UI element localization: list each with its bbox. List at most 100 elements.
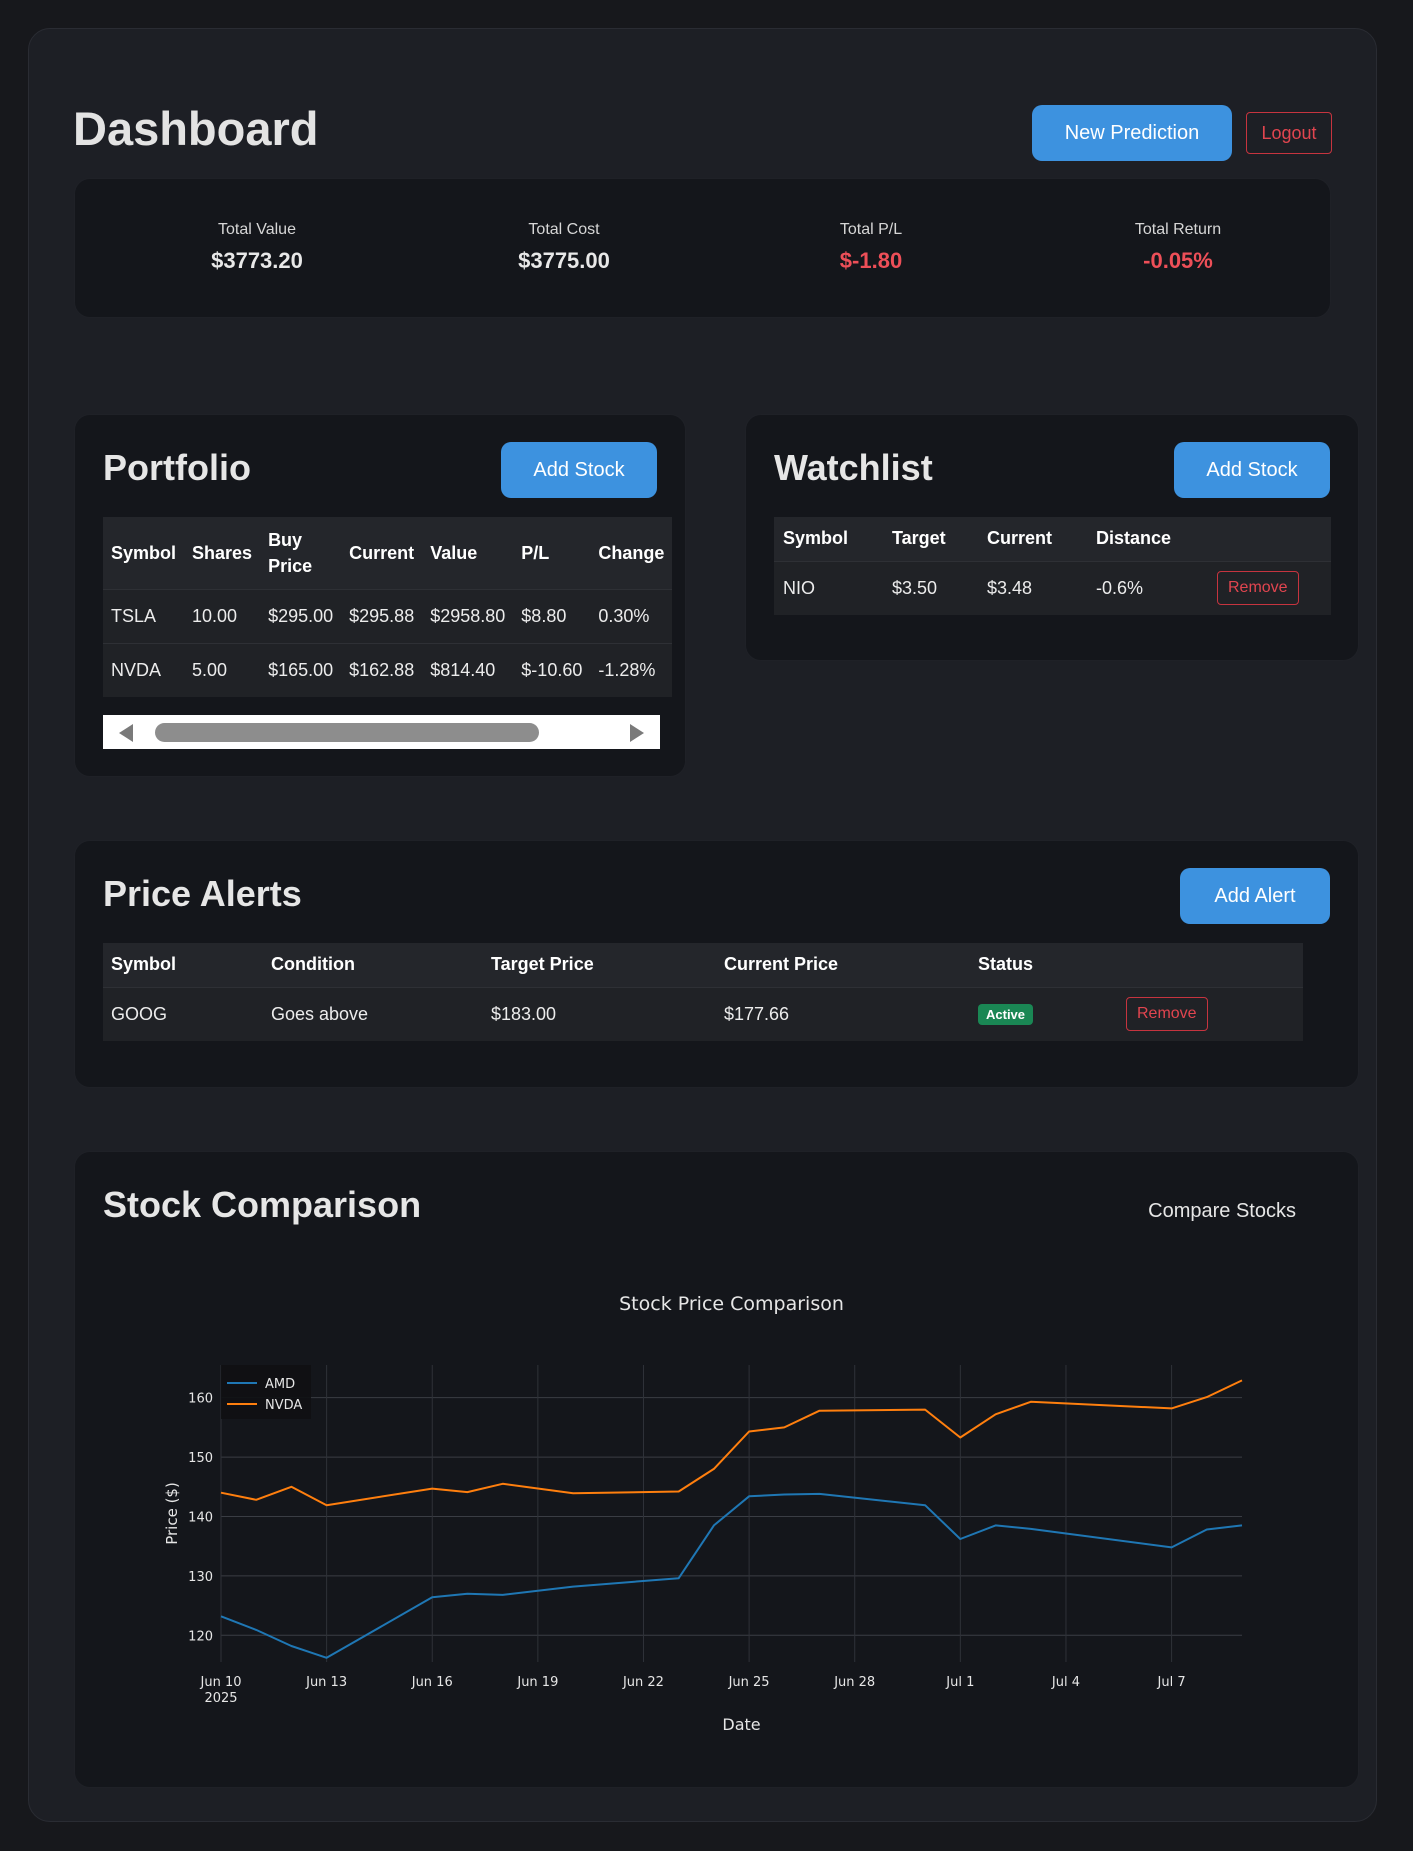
chart-title: Stock Price Comparison — [619, 1293, 844, 1315]
y-tick-label: 140 — [188, 1510, 213, 1525]
stock-comparison-card: Stock Comparison Compare Stocks Stock Pr… — [74, 1151, 1359, 1788]
series-line-nvda — [220, 1379, 1243, 1507]
cell-change: 0.30% — [590, 588, 673, 643]
x-tick-label: Jul 4 — [1051, 1675, 1080, 1690]
cell-target-price: $183.00 — [483, 986, 716, 1041]
x-tick-label: Jul 1 — [945, 1675, 974, 1690]
column-header-actions — [1208, 517, 1331, 561]
cell-value: $814.40 — [422, 642, 514, 697]
table-row: NVDA 5.00 $165.00 $162.88 $814.40 $-10.6… — [103, 642, 673, 697]
x-tick-label: Jun 25 — [728, 1675, 770, 1690]
cell-actions: Remove — [1208, 560, 1331, 615]
x-tick-label: Jun 22 — [622, 1675, 664, 1690]
cell-buy-price: $165.00 — [260, 642, 342, 697]
summary-card: Total Value $3773.20 Total Cost $3775.00… — [74, 178, 1331, 318]
add-alert-button[interactable]: Add Alert — [1180, 868, 1330, 924]
cell-target: $3.50 — [883, 560, 978, 615]
legend-label: NVDA — [265, 1398, 302, 1413]
remove-button[interactable]: Remove — [1126, 997, 1208, 1032]
column-header: Symbol — [103, 517, 185, 589]
y-tick-label: 150 — [188, 1451, 213, 1466]
portfolio-card: Portfolio Add Stock Symbol Shares Buy Pr… — [74, 414, 686, 777]
y-axis-label: Price ($) — [163, 1482, 181, 1545]
y-tick-label: 130 — [188, 1570, 213, 1585]
table-header-row: Symbol Shares Buy Price Current Value P/… — [103, 517, 673, 589]
column-header: Symbol — [774, 517, 883, 561]
table-row: GOOG Goes above $183.00 $177.66 Active R… — [103, 986, 1303, 1041]
cell-actions: Remove — [1118, 986, 1303, 1041]
cell-shares: 10.00 — [184, 588, 261, 643]
cell-current: $295.88 — [341, 588, 423, 643]
cell-current: $3.48 — [978, 560, 1087, 615]
y-tick-label: 120 — [188, 1629, 213, 1644]
column-header: Symbol — [103, 943, 263, 987]
cell-symbol: TSLA — [103, 588, 185, 643]
dashboard-shell: Dashboard New Prediction Logout Total Va… — [28, 28, 1377, 1822]
new-prediction-button[interactable]: New Prediction — [1032, 105, 1232, 161]
x-tick-label: Jun 19 — [516, 1675, 558, 1690]
cell-symbol: NIO — [774, 560, 883, 615]
table-row: TSLA 10.00 $295.00 $295.88 $2958.80 $8.8… — [103, 588, 673, 643]
watchlist-table: Symbol Target Current Distance NIO $3.50… — [774, 517, 1331, 615]
cell-distance: -0.6% — [1087, 560, 1208, 615]
watchlist-card: Watchlist Add Stock Symbol Target Curren… — [745, 414, 1359, 661]
add-watchlist-stock-button[interactable]: Add Stock — [1174, 442, 1330, 498]
cell-current-price: $177.66 — [716, 986, 970, 1041]
scroll-left-arrow-icon[interactable] — [119, 724, 133, 742]
column-header: Current — [341, 517, 423, 589]
column-header: Change — [590, 517, 673, 589]
cell-status: Active — [970, 986, 1118, 1041]
cell-pl: $-10.60 — [513, 642, 591, 697]
column-header: Shares — [184, 517, 261, 589]
summary-value: -0.05% — [1143, 248, 1213, 273]
column-header: Current Price — [716, 943, 970, 987]
horizontal-scrollbar[interactable] — [103, 715, 660, 749]
alerts-table: Symbol Condition Target Price Current Pr… — [103, 943, 1303, 1041]
legend-label: AMD — [265, 1377, 295, 1392]
cell-shares: 5.00 — [184, 642, 261, 697]
column-header: Distance — [1087, 517, 1208, 561]
summary-value: $-1.80 — [839, 248, 903, 273]
column-header: Value — [422, 517, 514, 589]
cell-condition: Goes above — [263, 986, 483, 1041]
portfolio-table: Symbol Shares Buy Price Current Value P/… — [103, 517, 673, 697]
add-stock-button[interactable]: Add Stock — [501, 442, 657, 498]
header: Dashboard New Prediction Logout — [73, 77, 1332, 161]
x-tick-label: Jun 16 — [411, 1675, 453, 1690]
table-row: NIO $3.50 $3.48 -0.6% Remove — [774, 560, 1331, 615]
portfolio-title: Portfolio — [103, 447, 251, 488]
scrollbar-thumb[interactable] — [155, 723, 539, 742]
page-title: Dashboard — [73, 102, 319, 155]
x-tick-label: Jun 13 — [305, 1675, 347, 1690]
summary-value: $3775.00 — [518, 248, 610, 273]
x-tick-label: Jun 10 — [200, 1675, 242, 1690]
cell-value: $2958.80 — [422, 588, 514, 643]
summary-label: Total Return — [1134, 221, 1222, 238]
price-alerts-title: Price Alerts — [103, 873, 302, 914]
table-header-row: Symbol Condition Target Price Current Pr… — [103, 943, 1303, 987]
column-header-actions — [1118, 943, 1303, 987]
scroll-right-arrow-icon[interactable] — [630, 724, 644, 742]
column-header: Current — [978, 517, 1087, 561]
summary-label: Total Value — [218, 221, 296, 238]
cell-change: -1.28% — [590, 642, 673, 697]
cell-symbol: NVDA — [103, 642, 185, 697]
table-header-row: Symbol Target Current Distance — [774, 517, 1331, 561]
x-axis-label: Date — [722, 1715, 760, 1734]
column-header: P/L — [513, 517, 591, 589]
logout-button[interactable]: Logout — [1246, 112, 1332, 154]
x-tick-label: Jul 7 — [1157, 1675, 1186, 1690]
watchlist-title: Watchlist — [774, 447, 933, 488]
column-header: Condition — [263, 943, 483, 987]
summary-label: Total Cost — [528, 221, 600, 238]
remove-button[interactable]: Remove — [1217, 571, 1299, 606]
column-header: Buy Price — [260, 517, 342, 589]
status-badge: Active — [978, 1004, 1034, 1026]
column-header: Status — [970, 943, 1118, 987]
cell-symbol: GOOG — [103, 986, 263, 1041]
cell-current: $162.88 — [341, 642, 423, 697]
price-alerts-card: Price Alerts Add Alert Symbol Condition … — [74, 840, 1359, 1088]
summary-value: $3773.20 — [211, 248, 303, 273]
y-tick-label: 160 — [188, 1392, 213, 1407]
column-header: Target — [883, 517, 978, 561]
